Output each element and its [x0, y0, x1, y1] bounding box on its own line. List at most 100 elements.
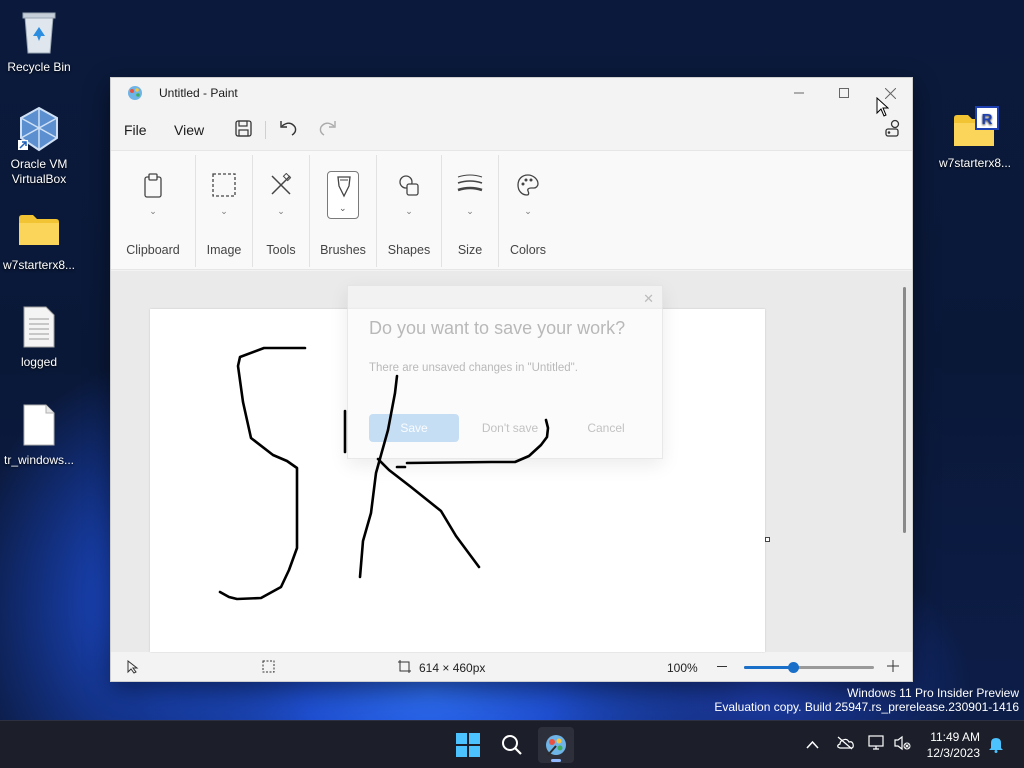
- desktop-icon-recycle-bin[interactable]: Recycle Bin: [1, 8, 77, 75]
- dialog-title: Do you want to save your work?: [369, 318, 626, 338]
- desktop-icon-label: Oracle VM VirtualBox: [10, 157, 68, 186]
- clipboard-icon: [142, 173, 164, 204]
- dialog-message: There are unsaved changes in "Untitled".: [369, 362, 578, 374]
- undo-icon[interactable]: [278, 119, 298, 142]
- folder-icon: [1, 206, 77, 254]
- zoom-out-icon[interactable]: [717, 666, 727, 667]
- recycle-bin-icon: [1, 8, 77, 56]
- chevron-up-icon[interactable]: [806, 736, 819, 752]
- watermark-line-1: Windows 11 Pro Insider Preview: [847, 686, 1019, 700]
- taskbar-clock[interactable]: 11:49 AM 12/3/2023: [927, 729, 980, 761]
- desktop-icon-virtualbox[interactable]: Oracle VM VirtualBox: [1, 105, 77, 187]
- window-title: Untitled - Paint: [159, 86, 238, 100]
- group-clipboard[interactable]: ⌄ Clipboard: [111, 151, 195, 271]
- canvas-resize-handle[interactable]: [765, 537, 770, 542]
- menu-file[interactable]: File: [124, 122, 147, 138]
- paint-app-icon: [546, 735, 566, 756]
- evaluation-watermark: Windows 11 Pro Insider Preview Evaluatio…: [714, 686, 1019, 714]
- brush-icon: [334, 176, 354, 203]
- zoom-level: 100%: [667, 661, 698, 675]
- group-tools[interactable]: ⌄ Tools: [253, 151, 309, 271]
- shapes-icon: [397, 173, 421, 202]
- group-label-clipboard: Clipboard: [126, 243, 180, 257]
- chevron-down-icon: ⌄: [339, 203, 347, 213]
- status-bar: 614 × 460px 100%: [111, 653, 912, 681]
- group-label-image: Image: [206, 243, 242, 257]
- desktop-icon-label: w7starterx8...: [2, 258, 76, 272]
- title-bar[interactable]: Untitled - Paint: [111, 78, 912, 108]
- desktop-icon-label: tr_windows...: [3, 453, 75, 467]
- desktop-icon-folder[interactable]: w7starterx8...: [1, 206, 77, 273]
- zoom-slider-fill: [744, 666, 794, 669]
- file-icon: [1, 401, 77, 449]
- select-rectangle-icon: [212, 173, 236, 202]
- close-button[interactable]: [867, 78, 913, 108]
- redo-icon[interactable]: [318, 119, 338, 142]
- group-image[interactable]: ⌄ Image: [196, 151, 252, 271]
- group-label-shapes: Shapes: [387, 243, 431, 257]
- desktop-icon-label: w7starterx8...: [938, 156, 1012, 170]
- network-icon[interactable]: [868, 735, 886, 754]
- brushes-button[interactable]: ⌄: [327, 171, 359, 219]
- dont-save-button[interactable]: Don't save: [465, 414, 555, 442]
- save-dialog: ✕ Do you want to save your work? There a…: [347, 285, 663, 459]
- group-brushes[interactable]: ⌄ Brushes: [310, 151, 376, 271]
- chevron-down-icon: ⌄: [149, 206, 157, 216]
- zoom-slider[interactable]: [744, 662, 874, 673]
- search-button[interactable]: [494, 727, 530, 763]
- clock-date: 12/3/2023: [926, 746, 980, 760]
- canvas-size-text: 614 × 460px: [419, 661, 486, 675]
- desktop-icon-folder-shortcut[interactable]: R w7starterx8...: [937, 104, 1013, 171]
- desktop-icon-label: Recycle Bin: [7, 60, 71, 74]
- chevron-down-icon: ⌄: [220, 206, 228, 216]
- menu-divider: [265, 121, 266, 139]
- cancel-button[interactable]: Cancel: [561, 414, 651, 442]
- tools-icon: [269, 172, 293, 202]
- zoom-in-icon[interactable]: [887, 660, 899, 675]
- stroke-size-icon: [457, 173, 483, 200]
- palette-icon: [516, 173, 540, 202]
- windows-logo-icon: [456, 733, 480, 757]
- vertical-scrollbar[interactable]: [903, 287, 906, 533]
- chevron-down-icon: ⌄: [466, 206, 474, 216]
- onedrive-icon[interactable]: [836, 736, 854, 753]
- chevron-down-icon: ⌄: [405, 206, 413, 216]
- mouse-cursor-icon: [876, 96, 890, 122]
- selection-size-icon: [262, 660, 275, 676]
- desktop-icon-logged[interactable]: logged: [1, 303, 77, 370]
- desktop-icon-tr-windows[interactable]: tr_windows...: [1, 401, 77, 468]
- taskbar: 11:49 AM 12/3/2023: [0, 720, 1024, 768]
- maximize-button[interactable]: [821, 78, 867, 108]
- paint-app-icon: [127, 85, 143, 106]
- group-size[interactable]: ⌄ Size: [442, 151, 498, 271]
- desktop-icon-label: logged: [20, 355, 58, 369]
- minimize-button[interactable]: [776, 78, 822, 108]
- group-shapes[interactable]: ⌄ Shapes: [377, 151, 441, 271]
- paint-window: Untitled - Paint File View ⌄ Clipboard ⌄…: [110, 77, 913, 682]
- save-icon[interactable]: [235, 120, 252, 142]
- dialog-close-icon[interactable]: ✕: [643, 291, 654, 307]
- text-file-icon: [1, 303, 77, 351]
- ribbon-toolbar: ⌄ Clipboard ⌄ Image ⌄ Tools ⌄ Brushes ⌄ …: [111, 150, 912, 270]
- chevron-down-icon: ⌄: [277, 206, 285, 216]
- notification-bell-icon[interactable]: [988, 735, 1004, 756]
- taskbar-paint-button[interactable]: [538, 727, 574, 763]
- virtualbox-icon: [1, 105, 77, 153]
- group-label-brushes: Brushes: [320, 243, 366, 257]
- group-label-size: Size: [457, 243, 483, 257]
- svg-text:R: R: [982, 111, 993, 128]
- menu-view[interactable]: View: [174, 122, 204, 138]
- group-colors[interactable]: ⌄ Colors: [499, 151, 557, 271]
- chevron-down-icon: ⌄: [524, 206, 532, 216]
- menu-bar: File View: [111, 112, 912, 146]
- volume-muted-icon[interactable]: [893, 735, 911, 754]
- search-icon: [502, 735, 522, 755]
- start-button[interactable]: [450, 727, 486, 763]
- group-label-tools: Tools: [266, 243, 296, 257]
- canvas-workspace: ✕ Do you want to save your work? There a…: [111, 271, 912, 652]
- group-label-colors: Colors: [509, 243, 547, 257]
- zoom-slider-thumb[interactable]: [788, 662, 800, 673]
- save-button[interactable]: Save: [369, 414, 459, 442]
- canvas-size-icon: [398, 660, 411, 676]
- clock-time: 11:49 AM: [930, 730, 980, 744]
